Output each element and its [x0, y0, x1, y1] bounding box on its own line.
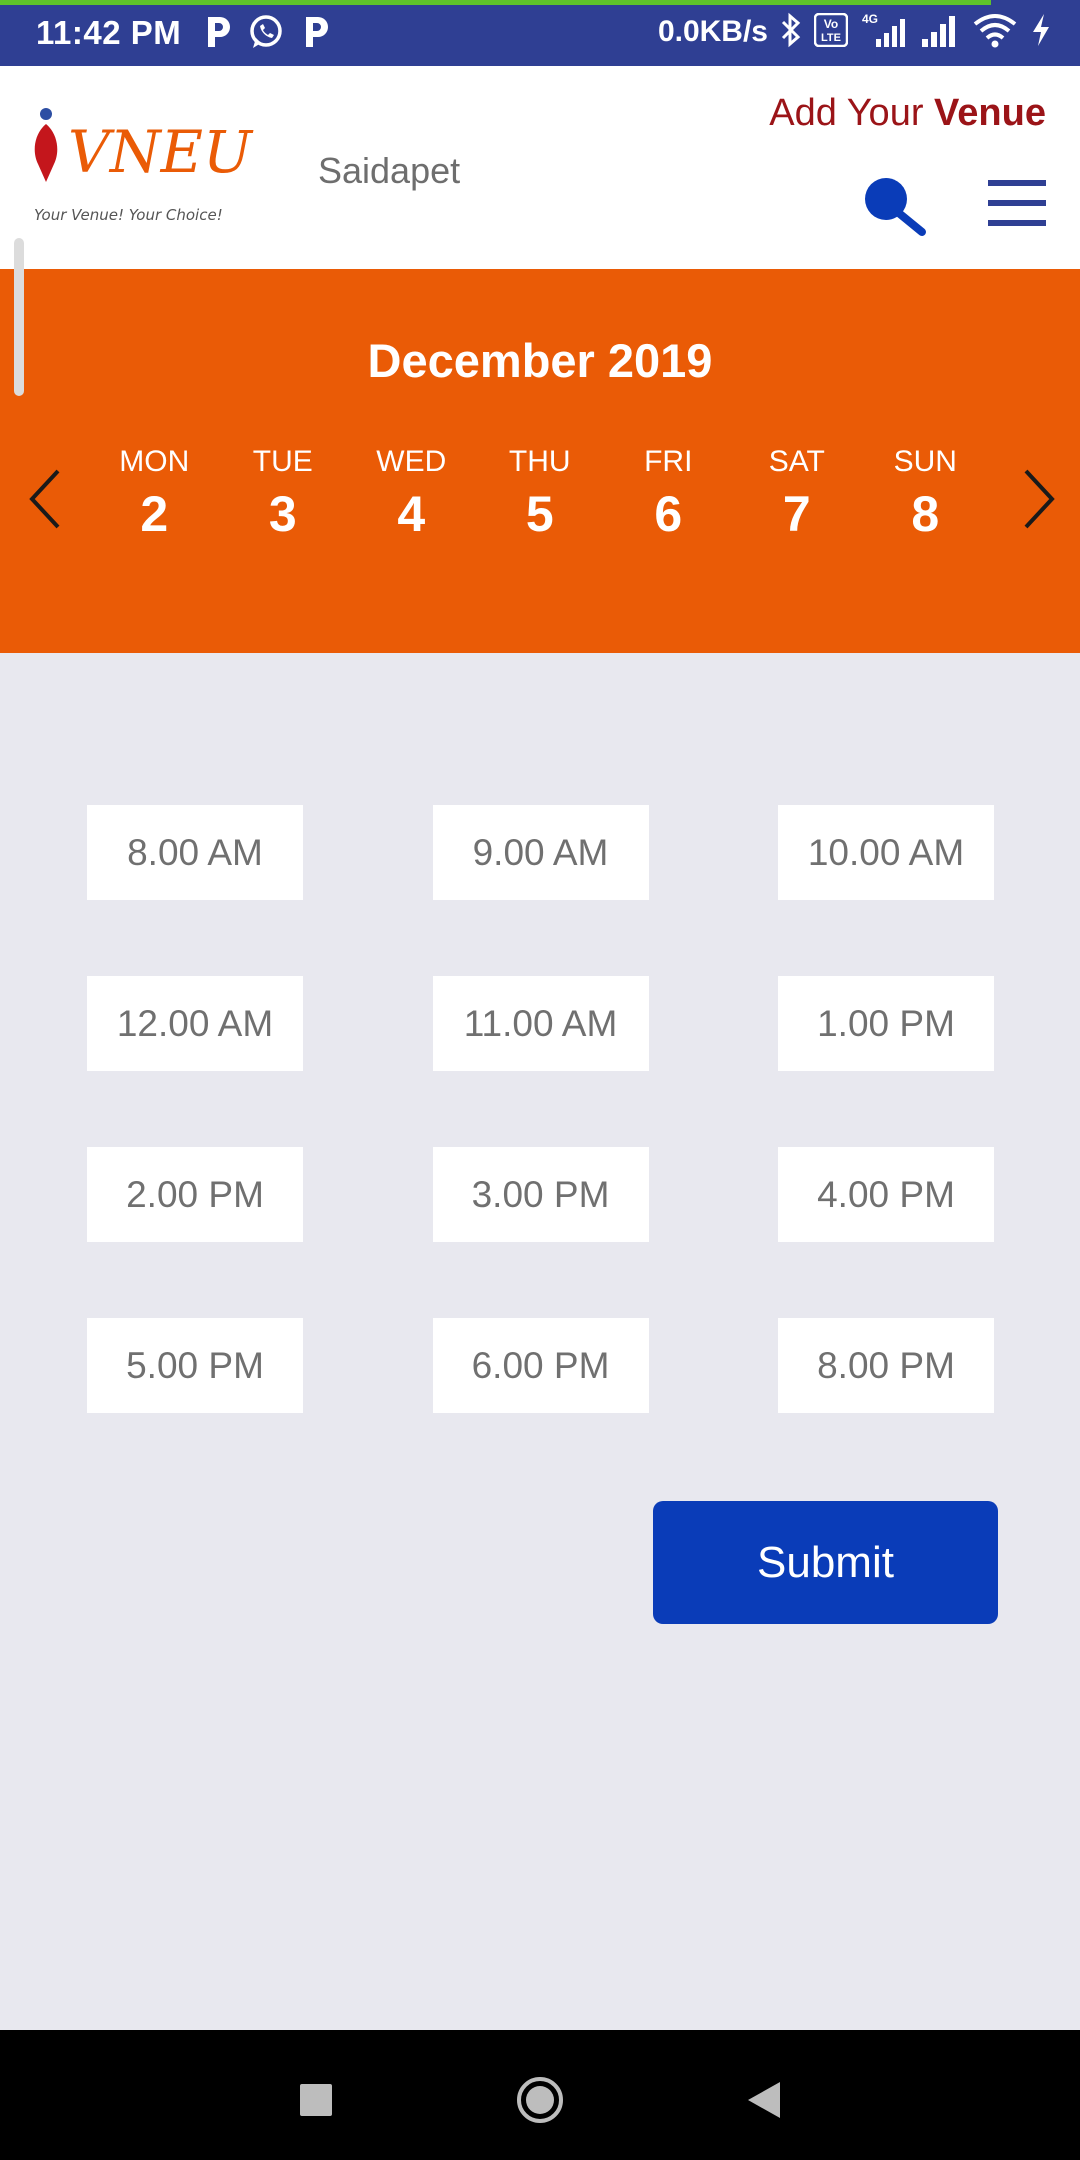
- day-thu[interactable]: THU 5: [476, 445, 605, 543]
- status-time: 11:42 PM: [36, 14, 182, 51]
- day-number: 5: [525, 486, 554, 542]
- day-sat[interactable]: SAT 7: [733, 445, 862, 543]
- add-venue-bold: Venue: [934, 92, 1046, 134]
- p-app-icon: [302, 14, 330, 50]
- time-slot[interactable]: 12.00 AM: [87, 976, 303, 1071]
- week-calendar: December 2019 MON 2 TUE 3 WED 4 THU 5 FRI 6 S…: [0, 269, 1080, 653]
- day-name: THU: [508, 445, 571, 478]
- time-slot[interactable]: 8.00 PM: [778, 1318, 994, 1413]
- time-slot[interactable]: 5.00 PM: [87, 1318, 303, 1413]
- add-venue-prefix: Add Your: [769, 92, 935, 134]
- day-wed[interactable]: WED 4: [347, 445, 476, 543]
- network-speed: 0.0KB/s: [657, 15, 768, 48]
- back-button[interactable]: [734, 2070, 794, 2130]
- time-slot[interactable]: 6.00 PM: [432, 1318, 649, 1413]
- day-fri[interactable]: FRI 6: [604, 445, 733, 543]
- p-app-icon: [204, 14, 232, 50]
- recents-button[interactable]: [286, 2070, 346, 2130]
- day-mon[interactable]: MON 2: [90, 445, 219, 543]
- page-load-progress: [0, 0, 991, 5]
- calendar-month-label: December 2019: [367, 334, 713, 387]
- day-name: SAT: [768, 445, 825, 478]
- volte-label-bottom: LTE: [821, 32, 841, 44]
- day-number: 7: [782, 486, 811, 542]
- time-slot-grid: 8.00 AM 9.00 AM 10.00 AM 12.00 AM 11.00 …: [87, 805, 994, 1413]
- day-name: SUN: [893, 445, 957, 478]
- day-name: FRI: [644, 445, 693, 478]
- volte-icon: Vo LTE: [813, 12, 849, 52]
- day-number: 6: [654, 486, 683, 542]
- android-nav-bar: [0, 2030, 1080, 2160]
- day-number: 2: [140, 486, 169, 542]
- day-sun[interactable]: SUN 8: [861, 445, 990, 543]
- hamburger-menu-icon[interactable]: [986, 178, 1048, 228]
- location-label[interactable]: Saidapet: [318, 150, 460, 192]
- charging-icon: [1030, 12, 1052, 53]
- submit-button[interactable]: Submit: [653, 1501, 998, 1624]
- add-your-venue-link[interactable]: Add Your Venue: [769, 92, 1046, 135]
- network-type-label: 4G: [862, 12, 878, 26]
- time-slot[interactable]: 2.00 PM: [87, 1147, 303, 1242]
- time-slot[interactable]: 8.00 AM: [87, 805, 303, 900]
- app-header: VNEU Your Venue! Your Choice! Saidapet A…: [0, 66, 1080, 269]
- volte-label-top: Vo: [824, 17, 838, 31]
- time-slot[interactable]: 10.00 AM: [778, 805, 994, 900]
- day-number: 3: [268, 486, 297, 542]
- 4g-signal-icon: 4G: [860, 11, 908, 54]
- bluetooth-icon: [780, 12, 802, 53]
- time-slot[interactable]: 4.00 PM: [778, 1147, 994, 1242]
- wifi-icon: [972, 12, 1018, 53]
- time-slot[interactable]: 9.00 AM: [432, 805, 649, 900]
- day-name: WED: [376, 445, 447, 478]
- home-button[interactable]: [510, 2070, 570, 2130]
- logo-tagline: Your Venue! Your Choice!: [34, 206, 223, 224]
- time-slot[interactable]: 3.00 PM: [432, 1147, 649, 1242]
- ivneu-logo[interactable]: VNEU Your Venue! Your Choice!: [32, 108, 262, 228]
- time-slot[interactable]: 1.00 PM: [778, 976, 994, 1071]
- day-number: 8: [911, 486, 940, 542]
- whatsapp-icon: [248, 14, 284, 50]
- signal-icon: [920, 12, 960, 53]
- logo-wordmark: VNEU: [68, 118, 254, 186]
- day-name: MON: [119, 445, 190, 478]
- week-days: MON 2 TUE 3 WED 4 THU 5 FRI 6 SAT 7 SUN 8: [90, 445, 990, 543]
- day-number: 4: [397, 486, 426, 542]
- status-bar: 11:42 PM 0.0KB/s Vo LTE 4G: [0, 0, 1080, 66]
- day-name: TUE: [252, 445, 313, 478]
- next-week-chevron-right-icon[interactable]: [1006, 459, 1066, 539]
- scroll-indicator[interactable]: [14, 238, 24, 396]
- previous-week-chevron-left-icon[interactable]: [18, 459, 78, 539]
- search-icon[interactable]: [860, 174, 928, 238]
- time-slot[interactable]: 11.00 AM: [432, 976, 649, 1071]
- day-tue[interactable]: TUE 3: [219, 445, 348, 543]
